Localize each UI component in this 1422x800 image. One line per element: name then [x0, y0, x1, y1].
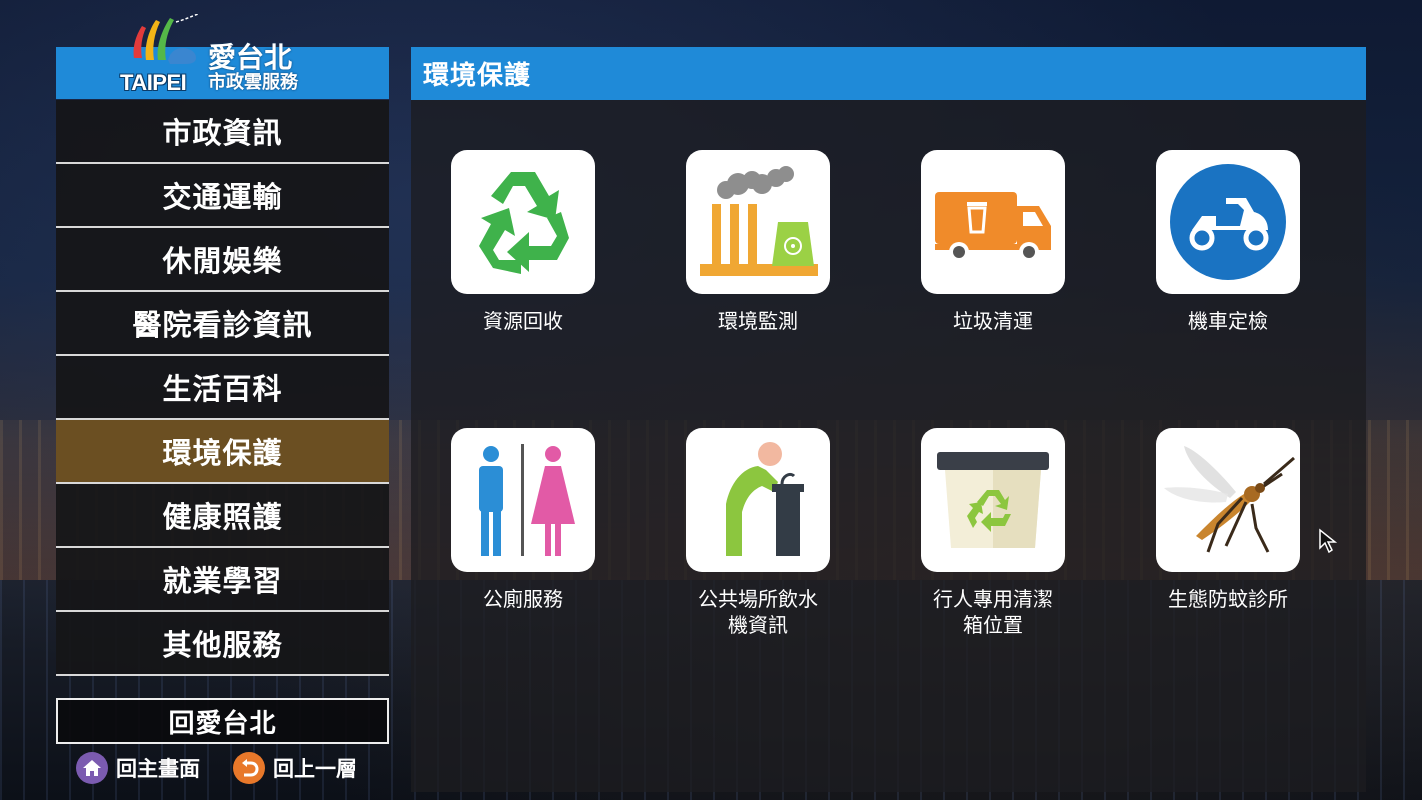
tile-scooter-inspection[interactable]: 機車定檢 [1138, 150, 1318, 334]
factory-icon [700, 166, 818, 276]
tile-water-fountain[interactable]: 公共場所飲水 機資訊 [668, 428, 848, 638]
page-title: 環境保護 [411, 47, 1366, 100]
sidebar-menu: 市政資訊 交通運輸 休閒娛樂 醫院看診資訊 生活百科 環境保護 健康照護 就業學… [56, 100, 389, 676]
sidebar-item-environment[interactable]: 環境保護 [56, 420, 389, 484]
tile-pedestrian-bin-box[interactable] [921, 428, 1065, 572]
trash-bin-icon [937, 452, 1049, 548]
taipei-logo-mark-icon [133, 14, 199, 64]
sidebar-item-leisure[interactable]: 休閒娛樂 [56, 228, 389, 292]
main-panel: 環境保護 資源回收 環境監測 垃圾清運 機車定檢 公廁服務 公共場所飲水 機資訊… [411, 47, 1366, 792]
tile-recycling[interactable]: 資源回收 [433, 150, 613, 334]
logo-text-en: TAIPEI [120, 70, 187, 95]
sidebar-item-health-care[interactable]: 健康照護 [56, 484, 389, 548]
tile-water-fountain-box[interactable] [686, 428, 830, 572]
sidebar-item-transportation[interactable]: 交通運輸 [56, 164, 389, 228]
tile-pedestrian-bin-label-line1: 行人專用清潔 [933, 587, 1053, 611]
sidebar-item-life-encyclopedia[interactable]: 生活百科 [56, 356, 389, 420]
logo-text-cn-sub: 市政雲服務 [208, 72, 298, 93]
home-icon [76, 752, 108, 784]
sidebar-item-other-services[interactable]: 其他服務 [56, 612, 389, 676]
mosquito-icon [1164, 446, 1295, 553]
sidebar-item-hospital-info[interactable]: 醫院看診資訊 [56, 292, 389, 356]
recycle-icon [479, 172, 569, 274]
water-fountain-icon [726, 442, 804, 556]
tile-water-fountain-label: 公共場所飲水 機資訊 [668, 586, 848, 638]
tile-mosquito-clinic[interactable]: 生態防蚊診所 [1138, 428, 1318, 612]
tile-garbage-collection[interactable]: 垃圾清運 [903, 150, 1083, 334]
taipei-logo: TAIPEI 愛台北 市政雲服務 [120, 14, 330, 95]
back-to-taipei-button[interactable]: 回愛台北 [56, 698, 389, 744]
scooter-icon [1170, 164, 1286, 280]
mouse-pointer-icon [1319, 528, 1338, 554]
tile-environment-monitoring[interactable]: 環境監測 [668, 150, 848, 334]
tile-pedestrian-bin[interactable]: 行人專用清潔 箱位置 [903, 428, 1083, 638]
back-hint-label: 回上一層 [273, 757, 357, 781]
sidebar-item-employment[interactable]: 就業學習 [56, 548, 389, 612]
tile-public-toilet-label: 公廁服務 [483, 587, 563, 611]
sidebar-item-municipal-info[interactable]: 市政資訊 [56, 100, 389, 164]
tile-mosquito-clinic-box[interactable] [1156, 428, 1300, 572]
tile-scooter-inspection-label: 機車定檢 [1188, 309, 1268, 333]
tile-public-toilet[interactable]: 公廁服務 [433, 428, 613, 612]
tile-pedestrian-bin-label: 行人專用清潔 箱位置 [903, 586, 1083, 638]
tile-water-fountain-label-line1: 公共場所飲水 [698, 587, 818, 611]
restroom-icon [479, 444, 575, 556]
tile-scooter-inspection-box[interactable] [1156, 150, 1300, 294]
back-hint[interactable]: 回上一層 [233, 752, 357, 784]
tile-pedestrian-bin-label-line2: 箱位置 [963, 613, 1023, 637]
tile-recycling-box[interactable] [451, 150, 595, 294]
tile-public-toilet-box[interactable] [451, 428, 595, 572]
garbage-truck-icon [935, 192, 1051, 262]
tile-environment-monitoring-box[interactable] [686, 150, 830, 294]
tile-environment-monitoring-label: 環境監測 [718, 309, 798, 333]
tile-recycling-label: 資源回收 [483, 309, 563, 333]
back-arrow-icon [233, 752, 265, 784]
tile-water-fountain-label-line2: 機資訊 [728, 613, 788, 637]
tile-mosquito-clinic-label: 生態防蚊診所 [1168, 587, 1288, 611]
tile-garbage-collection-box[interactable] [921, 150, 1065, 294]
tile-garbage-collection-label: 垃圾清運 [953, 309, 1033, 333]
home-hint[interactable]: 回主畫面 [76, 752, 200, 784]
home-hint-label: 回主畫面 [116, 757, 200, 781]
